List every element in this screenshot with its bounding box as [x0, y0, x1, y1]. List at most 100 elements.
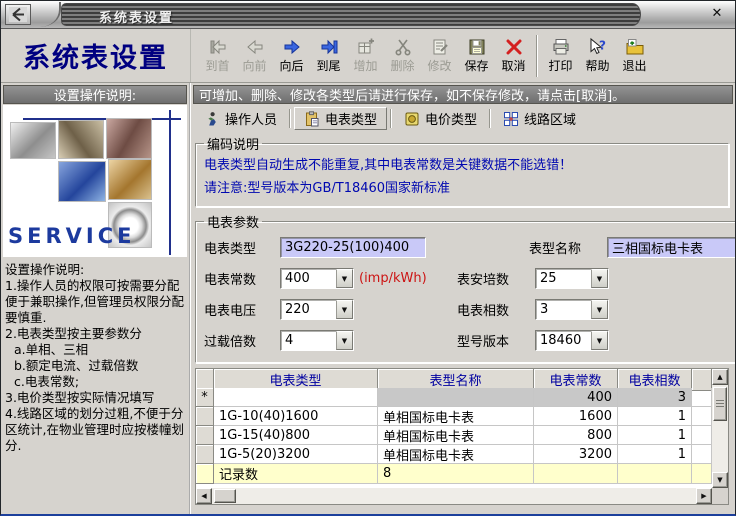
cell-meter-type[interactable]: 1G-10(40)1600 — [214, 407, 378, 426]
cell-meter-type[interactable]: 1G-5(20)3200 — [214, 445, 378, 464]
cell-meter-type[interactable]: 1G-15(40)800 — [214, 426, 378, 445]
left-panel-header: 设置操作说明: — [3, 85, 187, 104]
cell-filler — [692, 407, 712, 426]
toolbar-next-button[interactable]: 向后 — [273, 32, 310, 80]
overload-label: 过载倍数 — [204, 335, 257, 350]
toolbar-add-button: 增加 — [347, 32, 384, 80]
cell-phases[interactable]: 1 — [618, 407, 692, 426]
scroll-right-icon[interactable]: ▶ — [696, 488, 712, 504]
model-version-label: 型号版本 — [457, 335, 510, 350]
tab-label: 操作人员 — [225, 113, 278, 128]
row-selector[interactable] — [196, 445, 214, 464]
cell-meter-constant[interactable]: 1600 — [534, 407, 618, 426]
row-selector[interactable] — [196, 407, 214, 426]
model-name-field[interactable]: 三相国标电卡表 — [607, 237, 735, 258]
tab-line-areas[interactable]: 线路区域 — [494, 107, 585, 130]
toolbar-button-label: 取消 — [501, 59, 526, 73]
vertical-scroll-thumb[interactable] — [713, 387, 727, 421]
meter-constant-value: 400 — [285, 271, 310, 286]
voltage-combobox[interactable]: 220 ▼ — [280, 299, 354, 320]
phases-combobox[interactable]: 3 ▼ — [535, 299, 609, 320]
cell-filler — [692, 426, 712, 445]
toolbar-button-label: 帮助 — [585, 59, 610, 73]
exit-icon — [624, 37, 646, 57]
horizontal-scroll-thumb[interactable] — [214, 489, 236, 503]
header-band: 系统表设置 到首 向前 向后 到尾 增加 删除 修改 保存 取消 打印? 帮助 退出 — [1, 29, 735, 83]
toolbar-button-label: 到尾 — [316, 59, 341, 73]
cell-meter-constant[interactable]: 3200 — [534, 445, 618, 464]
tab-meter-types[interactable]: 电表类型 — [294, 107, 388, 130]
tab-content: 编码说明 电表类型自动生成不能重复,其中电表常数是关键数据不能选错！ 请注意:型… — [191, 131, 735, 514]
chevron-down-icon[interactable]: ▼ — [336, 331, 353, 350]
ampere-combobox[interactable]: 25 ▼ — [535, 268, 609, 289]
meter-constant-combobox[interactable]: 400 ▼ — [280, 268, 354, 289]
row-selector[interactable]: * — [196, 388, 214, 407]
cell-phases[interactable]: 1 — [618, 445, 692, 464]
instruction-line: 设置操作说明: — [5, 262, 85, 277]
ampere-label: 表安培数 — [457, 273, 510, 288]
instruction-line: 2.电表类型按主要参数分 — [5, 326, 142, 341]
chevron-down-icon[interactable]: ▼ — [591, 269, 608, 288]
tab-label: 电价类型 — [425, 113, 478, 128]
chevron-down-icon[interactable]: ▼ — [336, 300, 353, 319]
app-logo-icon — [5, 4, 31, 25]
toolbar-exit-button[interactable]: 退出 — [616, 32, 653, 80]
svg-text:?: ? — [599, 39, 606, 53]
cell-model-name[interactable]: 单相国标电卡表 — [378, 407, 534, 426]
scroll-up-icon[interactable]: ▲ — [712, 369, 728, 385]
cell-meter-constant[interactable]: 400 — [534, 388, 618, 407]
tab-operators[interactable]: 操作人员 — [195, 107, 286, 130]
ampere-value: 25 — [540, 271, 557, 286]
close-icon[interactable]: ✕ — [708, 6, 726, 22]
photo-keyboard — [58, 161, 106, 202]
horizontal-scrollbar[interactable]: ◀ ▶ — [196, 488, 712, 504]
instruction-line: 3.电价类型按实际情况填写 — [5, 390, 155, 405]
meter-params-title: 电表参数 — [207, 216, 260, 231]
chevron-down-icon[interactable]: ▼ — [336, 269, 353, 288]
right-panel: 可增加、删除、修改各类型后请进行保存，如不保存修改，请点击[取消]。 操作人员电… — [191, 83, 735, 514]
phases-value: 3 — [540, 302, 549, 317]
cell-meter-type[interactable] — [214, 388, 378, 407]
photo-tool — [10, 122, 56, 159]
scroll-left-icon[interactable]: ◀ — [196, 488, 212, 504]
toolbar-save-button[interactable]: 保存 — [458, 32, 495, 80]
scroll-down-icon[interactable]: ▼ — [712, 472, 728, 488]
voltage-value: 220 — [285, 302, 310, 317]
toolbar-cancel-button[interactable]: 取消 — [495, 32, 532, 80]
toolbar-help-button[interactable]: ? 帮助 — [579, 32, 616, 80]
chevron-down-icon[interactable]: ▼ — [591, 331, 608, 350]
line-area-icon — [503, 111, 519, 127]
cell-meter-constant[interactable]: 800 — [534, 426, 618, 445]
vertical-scrollbar[interactable]: ▲ ▼ — [712, 369, 728, 488]
toolbar-last-button[interactable]: 到尾 — [310, 32, 347, 80]
meter-constant-label: 电表常数 — [204, 273, 257, 288]
toolbar-prev-button: 向前 — [236, 32, 273, 80]
nav-prev-icon — [244, 37, 266, 57]
service-label: SERVICE — [8, 224, 136, 248]
chevron-down-icon[interactable]: ▼ — [591, 300, 608, 319]
meter-type-field[interactable]: 3G220-25(100)400 — [280, 237, 426, 258]
price-type-icon — [404, 111, 420, 127]
meter-type-icon — [304, 110, 320, 127]
voltage-label: 电表电压 — [204, 304, 257, 319]
service-collage-image: SERVICE — [3, 105, 187, 257]
toolbar-first-button: 到首 — [199, 32, 236, 80]
cell-model-name[interactable] — [378, 388, 534, 407]
tab-price-types[interactable]: 电价类型 — [395, 107, 486, 130]
row-selector[interactable] — [196, 426, 214, 445]
coding-note-line1: 电表类型自动生成不能重复,其中电表常数是关键数据不能选错！ — [204, 158, 573, 173]
add-icon — [355, 37, 377, 57]
cell-model-name[interactable]: 单相国标电卡表 — [378, 445, 534, 464]
overload-combobox[interactable]: 4 ▼ — [280, 330, 354, 351]
tab-label: 电表类型 — [325, 113, 378, 128]
cell-model-name[interactable]: 单相国标电卡表 — [378, 426, 534, 445]
cancel-icon — [503, 37, 525, 57]
coding-groupbox-title: 编码说明 — [207, 138, 260, 153]
cell-phases[interactable]: 3 — [618, 388, 692, 407]
nav-first-icon — [207, 37, 229, 57]
toolbar-print-button[interactable]: 打印 — [542, 32, 579, 80]
cell-phases[interactable]: 1 — [618, 426, 692, 445]
footer-cell — [692, 464, 712, 484]
toolbar-button-label: 修改 — [427, 59, 452, 73]
model-version-combobox[interactable]: 18460 ▼ — [535, 330, 609, 351]
